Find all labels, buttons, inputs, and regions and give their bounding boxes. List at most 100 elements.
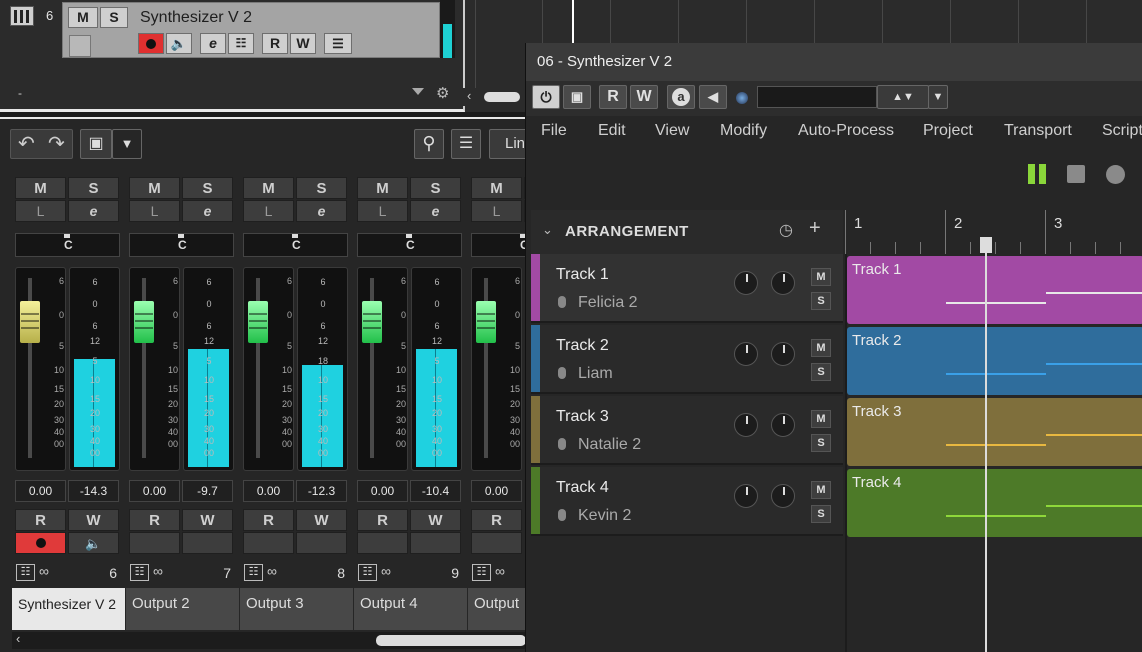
volume-value[interactable]: 0.00 xyxy=(129,480,180,502)
volume-value[interactable]: 0.00 xyxy=(15,480,66,502)
volume-value[interactable]: 0.00 xyxy=(471,480,522,502)
solo-button[interactable]: S xyxy=(68,177,119,199)
read-button[interactable]: R xyxy=(357,509,408,531)
channel-name[interactable]: Output 2 xyxy=(126,588,239,630)
fader-cap[interactable] xyxy=(248,301,268,343)
track-header[interactable]: Track 3 Natalie 2 M S xyxy=(531,396,843,465)
menu-item-auto-process[interactable]: Auto-Process xyxy=(798,122,894,140)
solo-button[interactable]: S xyxy=(811,505,831,523)
menu-item-edit[interactable]: Edit xyxy=(598,122,626,140)
link-icon[interactable]: ∞ xyxy=(495,563,505,579)
edit-channel-button[interactable]: e xyxy=(68,200,119,222)
track-clip[interactable]: Track 2 xyxy=(847,327,1142,395)
volume-fader[interactable]: 6 0 5 10 15 20 30 40 00 xyxy=(15,267,66,471)
listen-button[interactable]: L xyxy=(471,200,522,222)
peak-value[interactable]: -10.4 xyxy=(410,480,461,502)
mute-button[interactable]: M xyxy=(68,7,98,28)
monitor-icon[interactable]: 🔈 xyxy=(68,532,119,554)
timeline-ruler[interactable]: 1 2 3 xyxy=(845,210,1142,254)
note[interactable] xyxy=(946,302,1046,304)
mute-button[interactable]: M xyxy=(811,481,831,499)
singer-name[interactable]: Liam xyxy=(578,365,613,383)
pause-icon[interactable] xyxy=(1027,164,1047,184)
volume-fader[interactable]: 6 0 5 10 15 20 30 40 00 xyxy=(243,267,294,471)
peak-value[interactable]: -12.3 xyxy=(296,480,347,502)
layout-selector[interactable]: Lin xyxy=(489,129,529,159)
fader-cap[interactable] xyxy=(362,301,382,343)
volume-knob[interactable] xyxy=(734,342,758,366)
pan-knob[interactable] xyxy=(771,342,795,366)
channel-name[interactable]: Output 3 xyxy=(240,588,353,630)
track-header[interactable]: Track 4 Kevin 2 M S xyxy=(531,467,843,536)
mute-button[interactable]: M xyxy=(15,177,66,199)
lanes-icon[interactable]: ☰ xyxy=(324,33,352,54)
write-button[interactable]: W xyxy=(296,509,347,531)
track-clip[interactable]: Track 4 xyxy=(847,469,1142,537)
gear-icon[interactable]: ⚙ xyxy=(436,84,449,102)
track-name[interactable]: Track 1 xyxy=(556,266,609,284)
channel-name[interactable]: Synthesizer V 2 xyxy=(12,588,125,630)
menu-item-modify[interactable]: Modify xyxy=(720,122,767,140)
mute-button[interactable]: M xyxy=(243,177,294,199)
bypass-icon[interactable]: ▣ xyxy=(563,85,591,109)
solo-button[interactable]: S xyxy=(811,292,831,310)
link-icon[interactable]: ∞ xyxy=(267,563,277,579)
collapse-chevron-icon[interactable]: ⌄ xyxy=(542,222,553,238)
solo-button[interactable]: S xyxy=(182,177,233,199)
solo-button[interactable]: S xyxy=(100,7,128,28)
link-icon[interactable]: ∞ xyxy=(153,563,163,579)
read-button[interactable]: R xyxy=(243,509,294,531)
mute-button[interactable]: M xyxy=(811,410,831,428)
track-name[interactable]: Track 3 xyxy=(556,408,609,426)
track-header[interactable]: Track 2 Liam M S xyxy=(531,325,843,394)
edit-channel-button[interactable]: e xyxy=(296,200,347,222)
piano-icon[interactable]: ☷ xyxy=(228,33,254,54)
read-automation-button[interactable]: R xyxy=(599,85,627,109)
preset-field[interactable] xyxy=(757,86,877,108)
solo-button[interactable]: S xyxy=(811,363,831,381)
mute-button[interactable]: M xyxy=(811,339,831,357)
read-button[interactable]: R xyxy=(129,509,180,531)
record-enable-button[interactable] xyxy=(138,33,164,54)
note[interactable] xyxy=(1046,434,1142,436)
volume-fader[interactable]: 6 0 5 10 15 20 30 40 00 xyxy=(471,267,522,471)
link-icon[interactable]: ∞ xyxy=(39,563,49,579)
track-header[interactable]: Track 1 Felicia 2 M S xyxy=(531,254,843,323)
solo-button[interactable]: S xyxy=(811,434,831,452)
pan-knob[interactable] xyxy=(771,413,795,437)
note[interactable] xyxy=(1046,363,1142,365)
dropdown-arrow-icon[interactable] xyxy=(412,88,424,95)
volume-value[interactable]: 0.00 xyxy=(357,480,408,502)
stop-icon[interactable] xyxy=(1067,165,1085,183)
preset-menu-icon[interactable]: ▼ xyxy=(928,85,948,109)
pan-control[interactable]: C xyxy=(357,233,462,257)
pan-control[interactable]: C xyxy=(129,233,234,257)
volume-knob[interactable] xyxy=(734,413,758,437)
write-button[interactable]: W xyxy=(68,509,119,531)
read-button[interactable]: R xyxy=(471,509,522,531)
menu-item-file[interactable]: File xyxy=(541,122,567,140)
read-button[interactable]: R xyxy=(262,33,288,54)
track-clip[interactable]: Track 3 xyxy=(847,398,1142,466)
auto-icon[interactable]: a xyxy=(667,85,695,109)
record-icon[interactable] xyxy=(1106,165,1125,184)
preset-nav-arrows[interactable]: ▲▼ xyxy=(877,85,929,109)
singer-name[interactable]: Kevin 2 xyxy=(578,507,631,525)
write-button[interactable]: W xyxy=(410,509,461,531)
search-icon[interactable]: ⚲ xyxy=(414,129,444,159)
listen-button[interactable]: L xyxy=(15,200,66,222)
track-name[interactable]: Track 4 xyxy=(556,479,609,497)
fader-cap[interactable] xyxy=(20,301,40,343)
menu-item-view[interactable]: View xyxy=(655,122,689,140)
note[interactable] xyxy=(946,515,1046,517)
fader-cap[interactable] xyxy=(476,301,496,343)
menu-item-script[interactable]: Script xyxy=(1102,122,1142,140)
peak-value[interactable]: -9.7 xyxy=(182,480,233,502)
read-button[interactable]: R xyxy=(15,509,66,531)
note[interactable] xyxy=(1046,505,1142,507)
link-icon[interactable]: ∞ xyxy=(381,563,391,579)
add-track-icon[interactable]: + xyxy=(809,217,821,240)
volume-knob[interactable] xyxy=(734,484,758,508)
horizontal-scrollbar[interactable]: ‹ xyxy=(463,88,525,106)
arrow-left-icon[interactable]: ◀ xyxy=(699,85,727,109)
